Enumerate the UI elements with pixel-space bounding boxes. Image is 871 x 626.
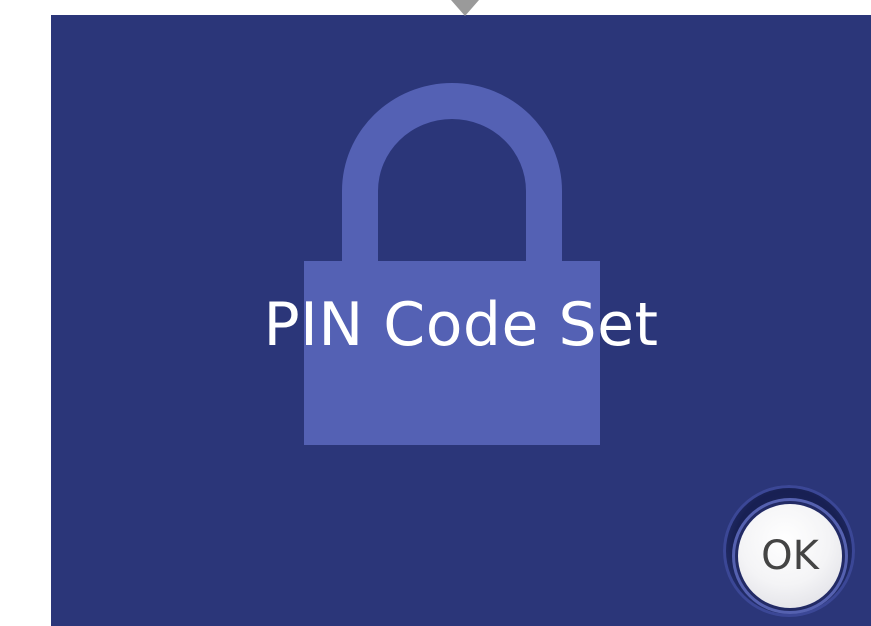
ok-button-label: OK [761,533,819,579]
device-display: PIN Code Set OK [0,0,871,626]
pin-confirmation-screen: PIN Code Set OK [51,15,871,626]
pointer-arrow-icon [451,0,479,16]
ok-button[interactable]: OK [723,485,855,617]
ok-button-face: OK [738,504,842,608]
lock-icon [304,83,600,445]
pin-code-set-message: PIN Code Set [263,290,659,360]
